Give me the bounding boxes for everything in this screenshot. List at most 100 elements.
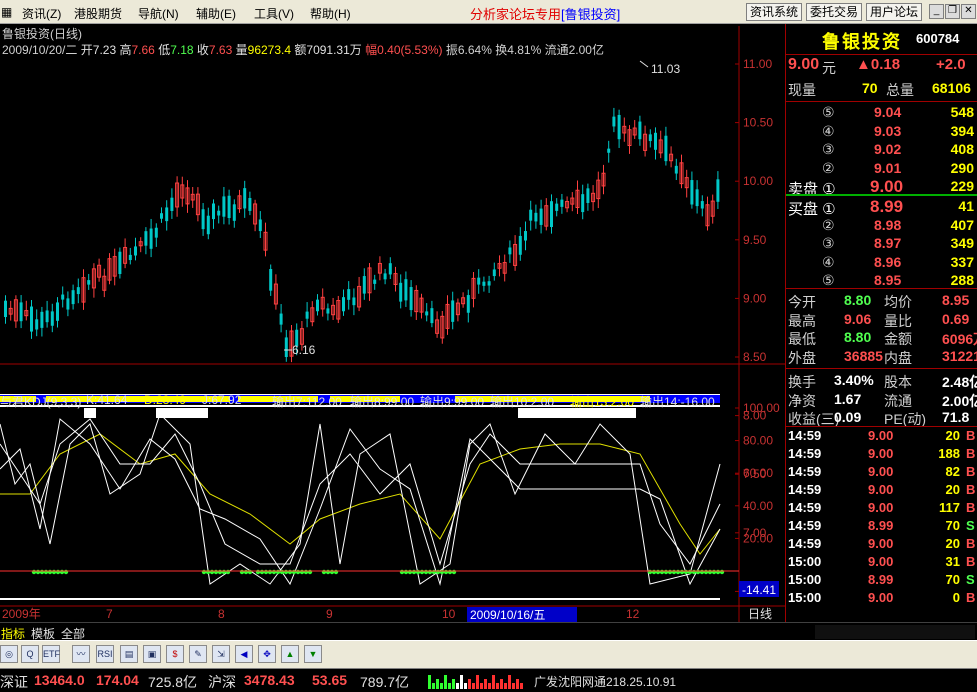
candle-body [716,179,720,202]
bid-level-label: ④ [822,253,835,270]
signal-block [156,408,208,418]
dollar-icon[interactable]: $ [166,645,184,663]
candle-body [201,209,205,230]
signal-dot [201,569,207,575]
signal-dot [419,569,425,575]
search-icon[interactable]: Q [21,645,39,663]
tick-row[interactable]: 14:59 9.00 20 B [786,536,977,554]
trade-button[interactable]: 委托交易 [806,3,863,21]
tick-time: 14:59 [788,536,822,551]
indicator-name[interactable]: 与君KDJ(9,3,3) [0,393,81,410]
pen-icon[interactable]: ✎ [189,645,207,663]
tick-price: 9.00 [868,536,894,551]
close-button[interactable]: ✕ [961,4,976,19]
tick-row[interactable]: 14:59 9.00 20 B [786,428,977,446]
bid-volume: 349 [950,235,974,251]
forum-button[interactable]: 用户论坛 [866,3,923,21]
candle-body [71,290,75,305]
import-icon[interactable]: ⇲ [212,645,230,663]
menu-navigate[interactable]: 导航(N) [138,5,179,22]
kdj-line [0,418,721,586]
candle-body [66,298,70,310]
signal-dot [325,569,331,575]
tick-row[interactable]: 14:59 9.00 117 B [786,500,977,518]
signal-dot [333,569,339,575]
sz-label: 深证 [0,674,28,690]
breadth-bar [520,683,523,689]
max-price-label: 11.03 [651,62,680,76]
bid-row[interactable]: ③ 8.97 349 [786,235,977,255]
signal-dot [213,569,219,575]
signal-dot [679,569,685,575]
breadth-bar [464,683,467,689]
etf-icon[interactable]: ETF [42,645,60,663]
candle-body [586,188,590,203]
news-system-button[interactable]: 资讯系统 [746,3,803,21]
output-14: 输出14:-16.00 [640,395,715,409]
candle-body [539,208,543,225]
output-7: 输出7:112.00 [272,395,342,409]
stat-value: 0.69 [942,310,970,327]
restore-button[interactable]: ❐ [945,4,960,19]
candle-body [430,308,434,324]
signal-dot [247,569,253,575]
candle-body [30,306,33,332]
down-arrow-icon[interactable]: ▼ [304,645,322,663]
menu-news[interactable]: 资讯(Z) [22,5,61,22]
bid-row[interactable]: ② 8.98 407 [786,217,977,237]
tick-row[interactable]: 15:00 9.00 0 B [786,590,977,608]
report-icon[interactable]: ▣ [143,645,161,663]
tick-row[interactable]: 14:59 9.00 188 B [786,446,977,464]
stock-code: 600784 [916,31,960,46]
indicator-value: -14.41 [742,583,776,597]
signal-dot [283,569,289,575]
ask-level-label: ④ [822,122,835,139]
chart-icon[interactable]: 〰 [72,645,90,663]
bid-row[interactable]: ④ 8.96 337 [786,254,977,274]
tick-row[interactable]: 14:59 9.00 20 B [786,482,977,500]
bid-level-label: ② [822,216,835,233]
x-label-9: 9 [326,607,333,621]
candle-body [607,148,611,153]
stat-label: 内盘 [884,349,912,366]
menu-tools[interactable]: 工具(V) [254,5,294,22]
ask-volume: 394 [950,122,974,139]
minimize-button[interactable]: _ [929,4,944,19]
up-arrow-icon[interactable]: ▲ [281,645,299,663]
bid-level-label: ③ [822,235,835,251]
connection-info: 广发沈阳网通218.25.10.91 [534,675,677,689]
chart-panel[interactable]: 鲁银投资(日线) 2009/10/20/二 开7.23 高7.66 低7.18 … [0,24,785,622]
price-chart[interactable]: 11.0010.5010.009.509.008.508.007.507.006… [0,24,785,622]
candle-body [550,201,553,228]
signal-dot [719,569,725,575]
tick-row[interactable]: 14:59 8.99 70 S [786,518,977,536]
j-value: J:67.92 [202,393,242,407]
move-icon[interactable]: ✥ [258,645,276,663]
toolbar: ◎ Q ETF 〰 RSI ▤ ▣ $ ✎ ⇲ ◀ ✥ ▲ ▼ [0,640,977,668]
tick-row[interactable]: 15:00 8.99 70 S [786,572,977,590]
menu-help[interactable]: 帮助(H) [310,5,351,22]
ask-row[interactable]: ③ 9.02 408 [786,141,977,161]
tick-row[interactable]: 14:59 9.00 82 B [786,464,977,482]
bid-row[interactable]: 买盘 ① 8.99 41 [786,197,977,218]
candle-body [404,279,408,301]
menu-assist[interactable]: 辅助(E) [196,5,236,22]
ask-row[interactable]: ④ 9.03 394 [786,123,977,143]
candle-body [581,194,585,213]
candle-body [243,188,247,209]
menu-hk-futures[interactable]: 港股期货 [74,5,122,22]
globe-icon[interactable]: ◎ [0,645,18,663]
fund-label: 流通 [884,392,912,409]
ask-row[interactable]: ⑤ 9.04 548 [786,104,977,124]
x-label-8: 8 [218,607,225,621]
bid-row[interactable]: ⑤ 8.95 288 [786,272,977,292]
candle-body [409,287,413,311]
tick-row[interactable]: 15:00 9.00 31 B [786,554,977,572]
rsi-icon[interactable]: RSI [96,645,114,663]
app-icon[interactable]: ▦ [1,5,12,19]
period-label[interactable]: 日线 [748,607,772,621]
table-icon[interactable]: ▤ [120,645,138,663]
left-arrow-icon[interactable]: ◀ [235,645,253,663]
signal-dot [291,569,297,575]
candle-body [128,254,132,261]
